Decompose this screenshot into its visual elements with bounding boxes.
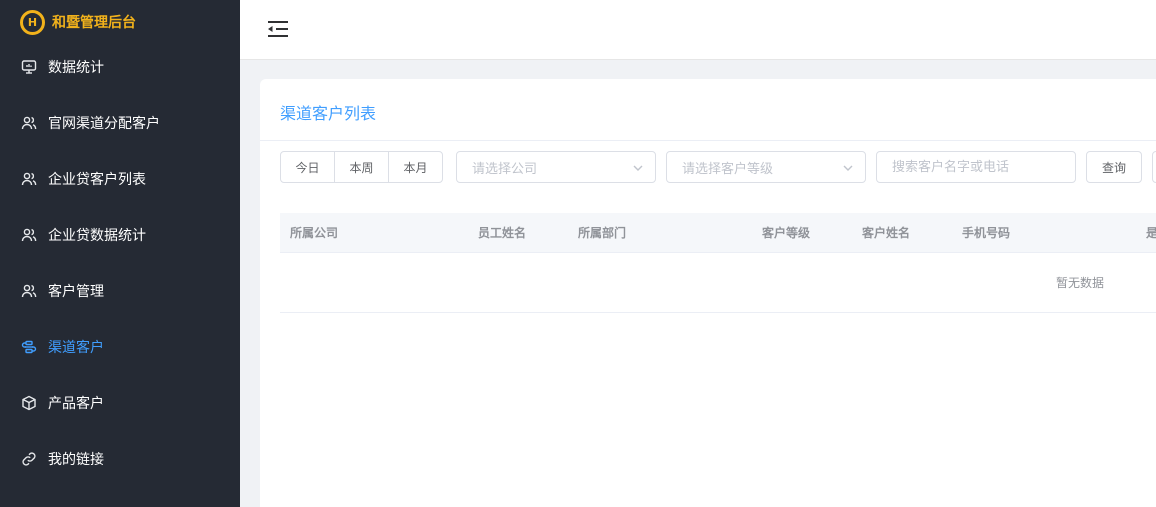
date-range-button-group: 今日 本周 本月 xyxy=(280,151,443,183)
page-title: 渠道客户列表 xyxy=(280,104,377,123)
column-header-department: 所属部门 xyxy=(578,226,627,240)
company-select[interactable]: 请选择公司 xyxy=(456,151,656,183)
chevron-down-icon xyxy=(843,162,853,172)
sidebar-item-channel-customers[interactable]: 渠道客户 xyxy=(0,319,240,375)
sidebar-item-my-links[interactable]: 我的链接 xyxy=(0,431,240,487)
query-button[interactable]: 查询 xyxy=(1086,151,1142,183)
link-icon xyxy=(21,451,37,467)
sidebar-item-label: 数据统计 xyxy=(48,60,104,76)
sidebar-menu: 数据统计 官网渠道分配客户 企业贷客户列表 企业贷数据统计 客户管理 渠道客户 … xyxy=(0,39,240,487)
more-button[interactable] xyxy=(1152,151,1156,183)
column-header-truncated: 是 xyxy=(1146,226,1156,240)
column-header-level: 客户等级 xyxy=(762,226,811,240)
table-empty-row: 暂无数据 xyxy=(280,253,1156,313)
column-header-customer-name: 客户姓名 xyxy=(862,226,911,240)
channel-icon xyxy=(21,339,37,355)
app-title: 和暨管理后台 xyxy=(52,15,136,31)
users-icon xyxy=(21,283,37,299)
sidebar-item-label: 渠道客户 xyxy=(48,340,104,356)
sidebar: H 和暨管理后台 数据统计 官网渠道分配客户 企业贷客户列表 企业贷数据统计 客… xyxy=(0,0,240,507)
empty-text: 暂无数据 xyxy=(1056,276,1105,290)
sidebar-item-label: 官网渠道分配客户 xyxy=(48,116,160,132)
sidebar-item-website-channel[interactable]: 官网渠道分配客户 xyxy=(0,95,240,151)
monitor-icon xyxy=(21,59,37,75)
users-icon xyxy=(21,171,37,187)
column-header-company: 所属公司 xyxy=(290,226,339,240)
this-month-button[interactable]: 本月 xyxy=(388,151,443,183)
brand[interactable]: H 和暨管理后台 xyxy=(20,8,136,36)
company-select-placeholder: 请选择公司 xyxy=(472,161,538,177)
column-header-phone: 手机号码 xyxy=(962,226,1011,240)
sidebar-item-data-stats[interactable]: 数据统计 xyxy=(0,39,240,95)
sidebar-item-label: 客户管理 xyxy=(48,284,104,300)
logo-icon: H xyxy=(20,9,45,35)
sidebar-item-label: 企业贷客户列表 xyxy=(48,172,146,188)
customer-level-select[interactable]: 请选择客户等级 xyxy=(666,151,866,183)
chevron-down-icon xyxy=(633,162,643,172)
sidebar-item-label: 企业贷数据统计 xyxy=(48,228,146,244)
users-icon xyxy=(21,227,37,243)
fold-icon[interactable] xyxy=(268,20,288,38)
divider xyxy=(260,140,1156,141)
sidebar-item-product-customers[interactable]: 产品客户 xyxy=(0,375,240,431)
this-week-button[interactable]: 本周 xyxy=(334,151,389,183)
sidebar-item-label: 我的链接 xyxy=(48,452,104,468)
content-card: 渠道客户列表 今日 本周 本月 请选择公司 请选择客户等级 查询 所属公司 员工… xyxy=(260,79,1156,507)
box-icon xyxy=(21,395,37,411)
table-header: 所属公司 员工姓名 所属部门 客户等级 客户姓名 手机号码 是 xyxy=(280,213,1156,253)
sidebar-item-enterprise-loan-customers[interactable]: 企业贷客户列表 xyxy=(0,151,240,207)
sidebar-item-label: 产品客户 xyxy=(48,396,104,412)
top-header xyxy=(240,0,1156,60)
customer-table: 所属公司 员工姓名 所属部门 客户等级 客户姓名 手机号码 是 暂无数据 xyxy=(280,213,1156,313)
today-button[interactable]: 今日 xyxy=(280,151,335,183)
search-input[interactable] xyxy=(876,151,1076,183)
sidebar-item-enterprise-loan-stats[interactable]: 企业贷数据统计 xyxy=(0,207,240,263)
column-header-employee: 员工姓名 xyxy=(478,226,527,240)
sidebar-item-customer-management[interactable]: 客户管理 xyxy=(0,263,240,319)
users-icon xyxy=(21,115,37,131)
customer-level-select-placeholder: 请选择客户等级 xyxy=(682,161,774,177)
